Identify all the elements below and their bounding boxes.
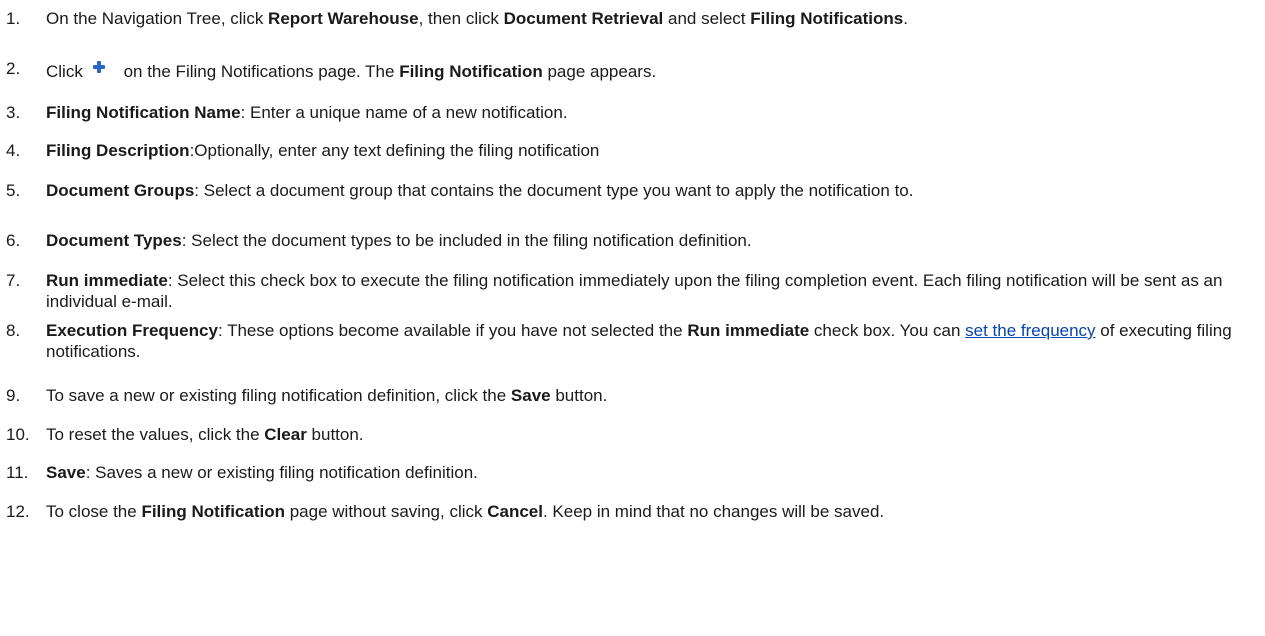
step-text: To reset the values, click the Clear but… bbox=[46, 424, 1265, 445]
step-fragment: : Select the document types to be includ… bbox=[181, 231, 752, 250]
step-text: Document Types: Select the document type… bbox=[46, 230, 1265, 251]
step-item: 10. To reset the values, click the Clear … bbox=[0, 424, 1265, 445]
set-frequency-link[interactable]: set the frequency bbox=[965, 321, 1095, 340]
step-term: Execution Frequency bbox=[46, 321, 218, 340]
add-icon bbox=[88, 58, 111, 79]
step-number: 12. bbox=[6, 502, 30, 521]
step-text: Execution Frequency: These options becom… bbox=[46, 320, 1265, 362]
step-fragment: : Enter a unique name of a new notificat… bbox=[240, 103, 568, 122]
step-fragment: page appears. bbox=[542, 62, 657, 81]
step-item: 9. To save a new or existing filing notif… bbox=[0, 385, 1265, 406]
step-term: Document Groups bbox=[46, 181, 195, 200]
step-term: Document Types bbox=[46, 231, 182, 250]
step-number: 11. bbox=[6, 463, 29, 482]
step-item: 5. Document Groups: Select a document gro… bbox=[0, 180, 1265, 201]
step-term: Save bbox=[46, 463, 86, 482]
step-term: Clear bbox=[264, 425, 307, 444]
step-fragment: . Keep in mind that no changes will be s… bbox=[542, 502, 885, 521]
step-text: Run immediate: Select this check box to … bbox=[46, 270, 1265, 312]
step-item: 3. Filing Notification Name: Enter a uniq… bbox=[0, 102, 1265, 123]
step-fragment: button. bbox=[306, 425, 364, 444]
step-fragment: and select bbox=[663, 9, 751, 28]
step-number: 5. bbox=[6, 181, 21, 200]
step-term: Run immediate bbox=[687, 321, 810, 340]
step-number: 10. bbox=[6, 425, 30, 444]
step-fragment: : Saves a new or existing filing notific… bbox=[85, 463, 478, 482]
step-term: Filing Notification bbox=[141, 502, 285, 521]
step-number: 2. bbox=[6, 59, 21, 78]
step-item: 4. Filing Description:Optionally, enter a… bbox=[0, 140, 1265, 161]
step-fragment: on the Filing Notifications page. The bbox=[118, 62, 400, 81]
step-term: Document Retrieval bbox=[503, 9, 664, 28]
step-item: 6. Document Types: Select the document ty… bbox=[0, 230, 1265, 251]
step-fragment: : These options become available if you … bbox=[217, 321, 688, 340]
step-term: Filing Notification bbox=[399, 62, 543, 81]
step-fragment: : Select a document group that contains … bbox=[194, 181, 914, 200]
step-text: On the Navigation Tree, click Report War… bbox=[46, 8, 1265, 29]
step-term: Filing Notifications bbox=[750, 9, 904, 28]
step-item: 11. Save: Saves a new or existing filing … bbox=[0, 462, 1265, 483]
step-item: 8. Execution Frequency: These options bec… bbox=[0, 320, 1265, 362]
step-fragment: On the Navigation Tree, click bbox=[46, 9, 269, 28]
step-fragment: button. bbox=[550, 386, 608, 405]
step-fragment: To save a new or existing filing notific… bbox=[46, 386, 511, 405]
step-fragment: To close the bbox=[46, 502, 142, 521]
step-text: Save: Saves a new or existing filing not… bbox=[46, 462, 1265, 483]
step-term: Filing Notification Name bbox=[46, 103, 241, 122]
step-fragment: . bbox=[903, 9, 908, 28]
step-text: Document Groups: Select a document group… bbox=[46, 180, 1265, 201]
step-term: Cancel bbox=[487, 502, 543, 521]
step-term: Filing Description bbox=[46, 141, 190, 160]
step-number: 4. bbox=[6, 141, 21, 160]
step-number: 1. bbox=[6, 9, 21, 28]
step-number: 6. bbox=[6, 231, 21, 250]
step-fragment: : Select this check box to execute the f… bbox=[46, 271, 1223, 311]
step-fragment: Click bbox=[46, 62, 83, 81]
step-number: 8. bbox=[6, 321, 21, 340]
step-term: Report Warehouse bbox=[268, 9, 419, 28]
step-item: 12. To close the Filing Notification page… bbox=[0, 501, 1265, 522]
step-fragment: :Optionally, enter any text defining the… bbox=[189, 141, 600, 160]
step-text: Filing Description:Optionally, enter any… bbox=[46, 140, 1265, 161]
step-item: 7. Run immediate: Select this check box t… bbox=[0, 270, 1265, 312]
step-text: To save a new or existing filing notific… bbox=[46, 385, 1265, 406]
step-text: To close the Filing Notification page wi… bbox=[46, 501, 1265, 522]
step-term: Save bbox=[510, 386, 551, 405]
step-fragment: page without saving, click bbox=[285, 502, 488, 521]
step-fragment: check box. You can bbox=[809, 321, 966, 340]
step-fragment: To reset the values, click the bbox=[46, 425, 265, 444]
step-text: Filing Notification Name: Enter a unique… bbox=[46, 102, 1265, 123]
step-fragment: , then click bbox=[418, 9, 504, 28]
step-number: 3. bbox=[6, 103, 21, 122]
step-number: 9. bbox=[6, 386, 21, 405]
step-number: 7. bbox=[6, 271, 21, 290]
step-term: Run immediate bbox=[46, 271, 168, 290]
step-item: 1. On the Navigation Tree, click Report W… bbox=[0, 8, 1265, 29]
step-item: 2. Click on the Filing Notifications page… bbox=[0, 58, 1265, 82]
step-text: Click on the Filing Notifications page. … bbox=[46, 58, 1265, 82]
